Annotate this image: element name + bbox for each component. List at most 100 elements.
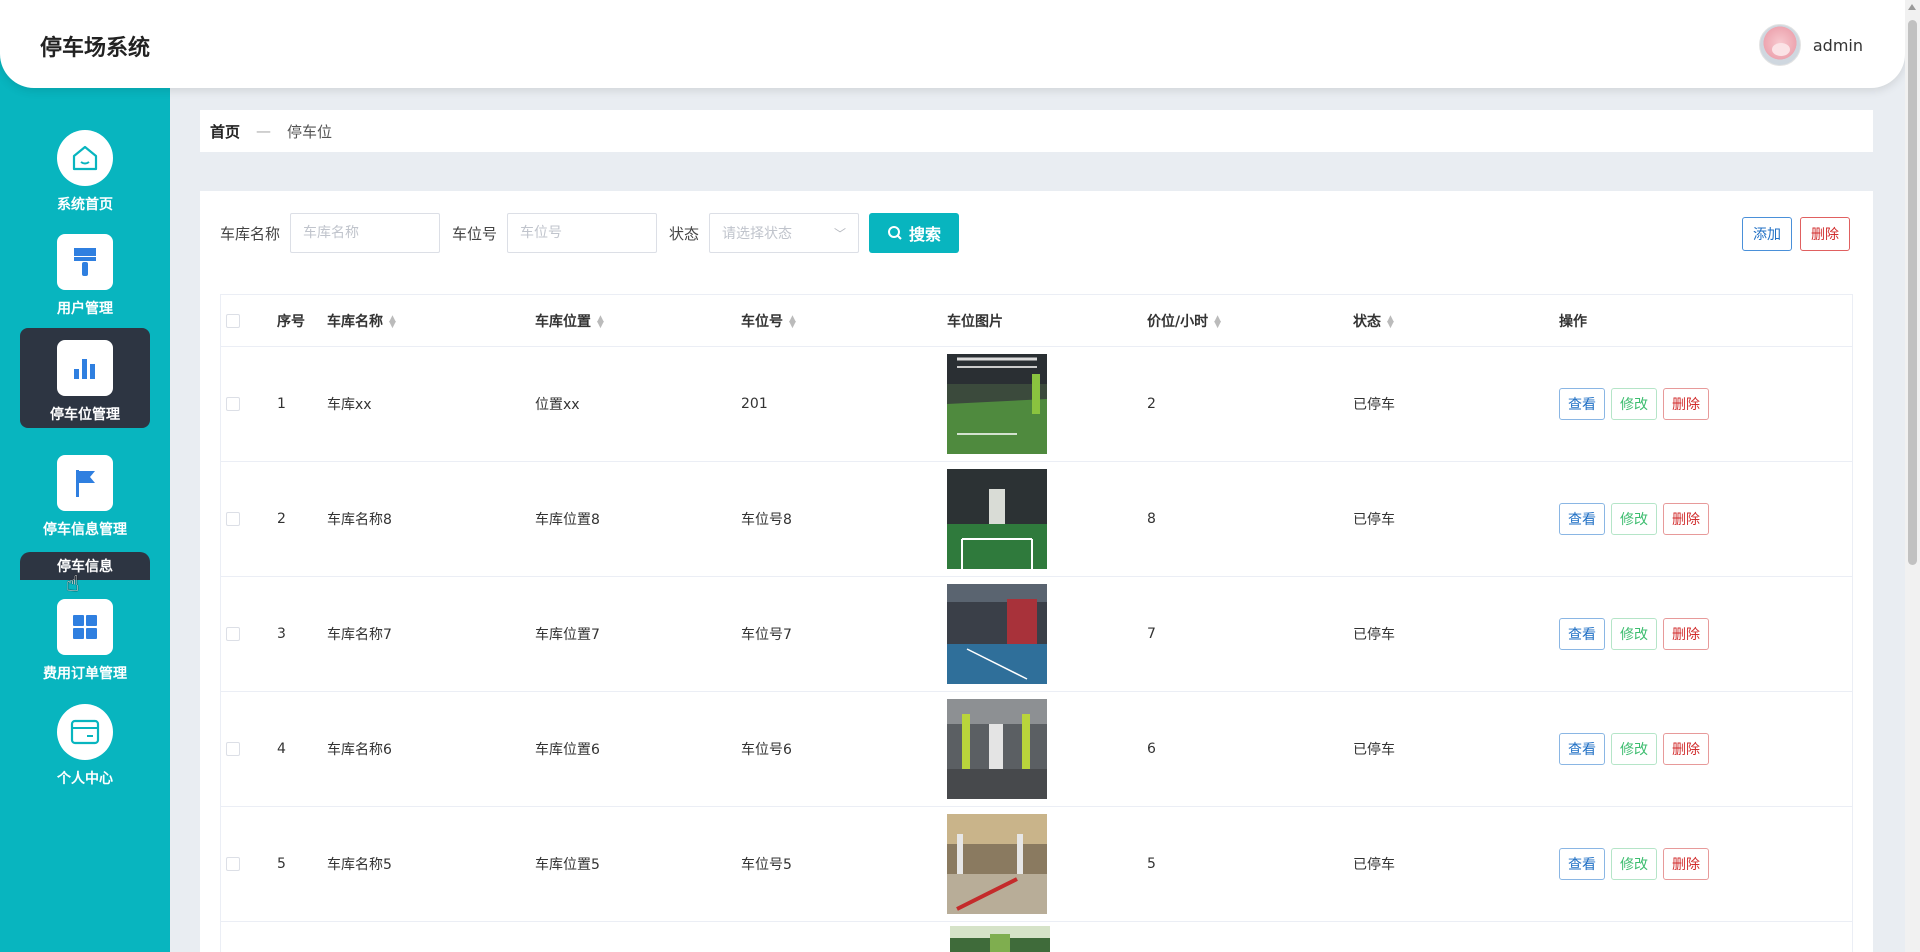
sidebar-item-label: 停车信息管理 [43, 522, 127, 538]
cell-garage-position: 车库位置7 [535, 627, 600, 643]
edit-button[interactable]: 修改 [1611, 503, 1657, 535]
delete-button[interactable]: 删除 [1663, 848, 1709, 880]
delete-button[interactable]: 删除 [1663, 618, 1709, 650]
spot-image[interactable] [947, 814, 1047, 914]
cell-price: 5 [1147, 856, 1156, 872]
cell-garage-name: 车库名称5 [327, 857, 392, 873]
search-button[interactable]: 搜索 [869, 213, 960, 253]
header-state[interactable]: 状态 ▲ ▼ [1353, 311, 1559, 331]
edit-button[interactable]: 修改 [1611, 388, 1657, 420]
state-label: 状态 [669, 224, 700, 243]
cell-state: 已停车 [1353, 627, 1395, 643]
view-button[interactable]: 查看 [1559, 503, 1605, 535]
row-checkbox[interactable] [226, 512, 240, 526]
header-garage-name[interactable]: 车库名称 ▲ ▼ [327, 311, 535, 331]
sidebar-item-parking-info[interactable]: 停车信息管理 [20, 443, 150, 543]
cell-garage-name: 车库名称7 [327, 627, 392, 643]
cell-spot-no: 201 [741, 396, 768, 412]
cell-state: 已停车 [1353, 742, 1395, 758]
cell-price: 7 [1147, 626, 1156, 642]
cell-spot-no: 车位号8 [741, 512, 792, 528]
select-all-checkbox[interactable] [226, 313, 240, 328]
sort-icon[interactable]: ▲ ▼ [597, 314, 604, 329]
sidebar-item-profile[interactable]: 个人中心 [20, 692, 150, 792]
search-button-label: 搜索 [909, 225, 942, 244]
cell-garage-name: 车库名称6 [327, 742, 392, 758]
edit-button[interactable]: 修改 [1611, 618, 1657, 650]
garage-name-label: 车库名称 [220, 224, 281, 243]
delete-button[interactable]: 删除 [1663, 388, 1709, 420]
table-header: 序号 车库名称 ▲ ▼ 车库位置 ▲ ▼ 车位号 ▲ ▼ 车位图片 价位/小时 ▲ ▼ 状态 ▲ ▼… [221, 295, 1852, 347]
cell-state: 已停车 [1353, 397, 1395, 413]
table-row: 2 车库名称8 车库位置8 车位号8 8 已停车 查看 修改 删除 [221, 462, 1852, 577]
sidebar-item-users[interactable]: 用户管理 [20, 222, 150, 322]
scroll-up-arrow-icon[interactable] [1908, 4, 1916, 10]
main-card: 车库名称 车位号 状态 请选择状态 ﹀ 搜索 添加 删除 序号 车库名称▲▼ 车… [200, 191, 1873, 952]
sidebar-item-parking-spot[interactable]: 停车位管理 [20, 328, 150, 428]
header-price[interactable]: 价位/小时 ▲ ▼ [1147, 311, 1353, 331]
chevron-down-icon: ﹀ [834, 226, 847, 241]
table-row: 4 车库名称6 车库位置6 车位号6 6 已停车 查看 修改 删除 [221, 692, 1852, 807]
page-scrollbar[interactable] [1905, 0, 1920, 952]
breadcrumb-separator: — [256, 122, 272, 140]
header-spot-no[interactable]: 车位号 ▲ ▼ [741, 311, 947, 331]
breadcrumb-home[interactable]: 首页 [210, 121, 240, 142]
sidebar-item-home[interactable]: 系统首页 [20, 118, 150, 218]
spot-image[interactable] [947, 354, 1047, 454]
edit-button[interactable]: 修改 [1611, 733, 1657, 765]
delete-button[interactable]: 删除 [1663, 503, 1709, 535]
sidebar-item-orders[interactable]: 费用订单管理 [20, 587, 150, 687]
view-button[interactable]: 查看 [1559, 733, 1605, 765]
delete-button[interactable]: 删除 [1663, 733, 1709, 765]
spot-image[interactable] [947, 699, 1047, 799]
view-button[interactable]: 查看 [1559, 388, 1605, 420]
sort-icon[interactable]: ▲ ▼ [389, 314, 396, 329]
row-checkbox[interactable] [226, 397, 240, 411]
header-index: 序号 [277, 313, 305, 330]
view-button[interactable]: 查看 [1559, 618, 1605, 650]
cell-garage-position: 车库位置8 [535, 512, 600, 528]
table-row: 1 车库xx 位置xx 201 2 已停车 查看 修改 删除 [221, 347, 1852, 462]
spot-no-input[interactable] [507, 213, 658, 253]
row-checkbox[interactable] [226, 742, 240, 756]
cell-price: 8 [1147, 511, 1156, 527]
cell-index: 4 [277, 741, 286, 757]
scrollbar-thumb[interactable] [1908, 20, 1917, 565]
state-select[interactable]: 请选择状态 ﹀ [709, 213, 860, 253]
cell-spot-no: 车位号7 [741, 627, 792, 643]
row-checkbox[interactable] [226, 857, 240, 871]
header-garage-position[interactable]: 车库位置 ▲ ▼ [535, 311, 741, 331]
submenu-parking-info[interactable]: 停车信息 [20, 552, 150, 580]
username[interactable]: admin [1813, 36, 1863, 55]
spot-image[interactable] [947, 469, 1047, 569]
cell-price: 2 [1147, 396, 1156, 412]
cell-garage-position: 位置xx [535, 397, 580, 413]
avatar[interactable] [1758, 24, 1801, 66]
cell-index: 5 [277, 856, 286, 872]
sidebar-item-label: 个人中心 [57, 771, 113, 787]
spot-image[interactable] [947, 584, 1047, 684]
user-menu[interactable]: admin [1758, 24, 1863, 66]
batch-delete-button[interactable]: 删除 [1800, 217, 1850, 251]
sidebar-item-label: 系统首页 [57, 197, 113, 213]
search-icon [888, 226, 902, 240]
sort-icon[interactable]: ▲ ▼ [789, 314, 796, 329]
view-button[interactable]: 查看 [1559, 848, 1605, 880]
table-row: 5 车库名称5 车库位置5 车位号5 5 已停车 查看 修改 删除 [221, 807, 1852, 922]
add-button[interactable]: 添加 [1742, 217, 1792, 251]
cell-garage-position: 车库位置6 [535, 742, 600, 758]
spot-image[interactable] [950, 926, 1050, 952]
cell-index: 2 [277, 511, 286, 527]
bar-chart-icon [57, 340, 113, 396]
sort-icon[interactable]: ▲ ▼ [1387, 314, 1394, 329]
search-bar: 车库名称 车位号 状态 请选择状态 ﹀ 搜索 [220, 213, 1850, 253]
sort-icon[interactable]: ▲ ▼ [1214, 314, 1221, 329]
cell-garage-position: 车库位置5 [535, 857, 600, 873]
edit-button[interactable]: 修改 [1611, 848, 1657, 880]
sidebar-item-label: 停车位管理 [50, 407, 120, 423]
row-checkbox[interactable] [226, 627, 240, 641]
garage-name-input[interactable] [290, 213, 441, 253]
cell-index: 1 [277, 396, 286, 412]
breadcrumb: 首页 — 停车位 [200, 110, 1873, 152]
cell-state: 已停车 [1353, 857, 1395, 873]
